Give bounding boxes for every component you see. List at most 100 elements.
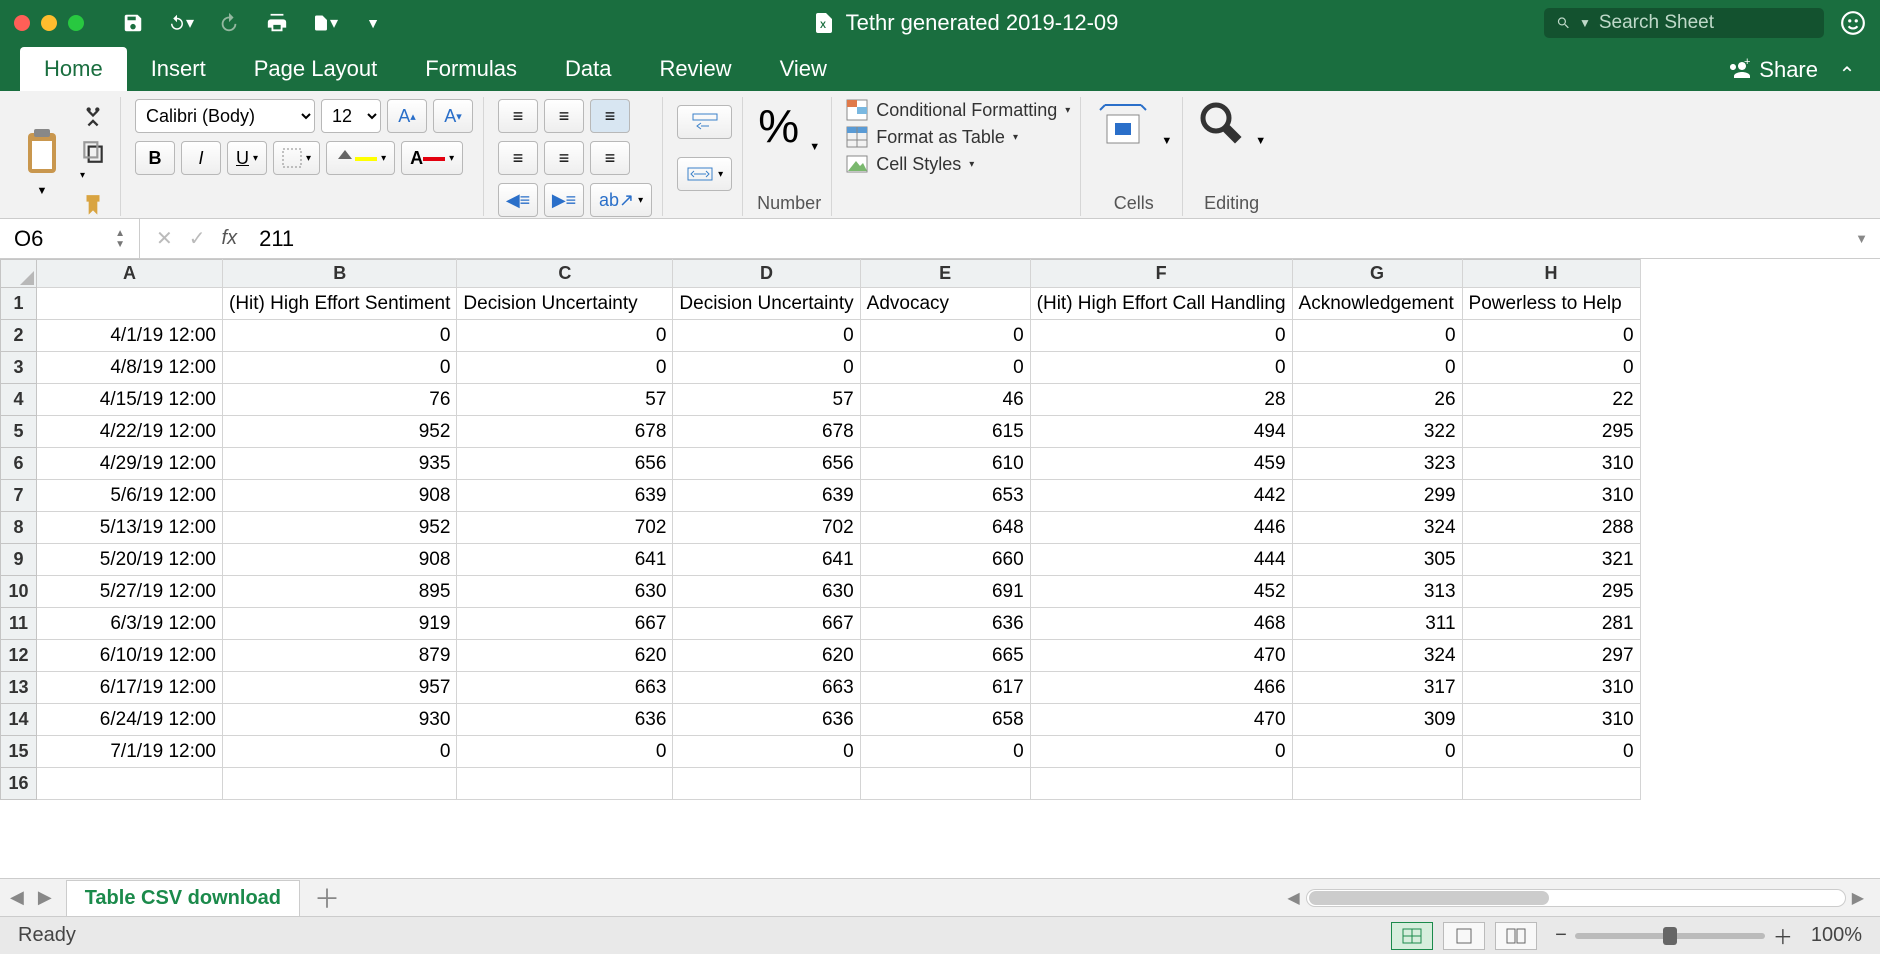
- cell[interactable]: 908: [223, 480, 457, 512]
- cell[interactable]: 0: [1462, 736, 1640, 768]
- italic-button[interactable]: I: [181, 141, 221, 175]
- redo-icon[interactable]: [216, 10, 242, 36]
- row-header[interactable]: 7: [1, 480, 37, 512]
- cell[interactable]: 617: [860, 672, 1030, 704]
- cell[interactable]: 466: [1030, 672, 1292, 704]
- cell[interactable]: 0: [860, 352, 1030, 384]
- font-name-select[interactable]: Calibri (Body): [135, 99, 315, 133]
- fx-icon[interactable]: fx: [222, 227, 238, 250]
- cell[interactable]: 28: [1030, 384, 1292, 416]
- formula-input[interactable]: [253, 226, 1843, 252]
- cell[interactable]: 0: [1030, 352, 1292, 384]
- save-icon[interactable]: [120, 10, 146, 36]
- fill-color-button[interactable]: ▾: [326, 141, 395, 175]
- cell[interactable]: 919: [223, 608, 457, 640]
- cell[interactable]: 0: [223, 320, 457, 352]
- cells-button[interactable]: [1095, 99, 1151, 147]
- tab-formulas[interactable]: Formulas: [401, 47, 541, 91]
- tab-insert[interactable]: Insert: [127, 47, 230, 91]
- column-header[interactable]: D: [673, 260, 860, 288]
- cell[interactable]: 446: [1030, 512, 1292, 544]
- cell[interactable]: 4/22/19 12:00: [37, 416, 223, 448]
- cell[interactable]: 0: [223, 352, 457, 384]
- search-box[interactable]: ▼: [1544, 8, 1824, 38]
- cell[interactable]: 641: [457, 544, 673, 576]
- customize-qat-icon[interactable]: ▼: [360, 10, 386, 36]
- cell[interactable]: 6/3/19 12:00: [37, 608, 223, 640]
- tab-review[interactable]: Review: [635, 47, 755, 91]
- editing-button[interactable]: [1197, 99, 1245, 147]
- sheet-nav-next-icon[interactable]: ▶: [38, 887, 52, 908]
- row-header[interactable]: 10: [1, 576, 37, 608]
- cell[interactable]: Advocacy: [860, 288, 1030, 320]
- cell[interactable]: 57: [673, 384, 860, 416]
- wrap-text-button[interactable]: [677, 105, 732, 139]
- cell[interactable]: 0: [223, 736, 457, 768]
- tab-data[interactable]: Data: [541, 47, 635, 91]
- cell[interactable]: 952: [223, 512, 457, 544]
- cell[interactable]: 310: [1462, 448, 1640, 480]
- cell[interactable]: 5/27/19 12:00: [37, 576, 223, 608]
- cell[interactable]: 22: [1462, 384, 1640, 416]
- cancel-formula-icon[interactable]: ✕: [156, 226, 173, 251]
- row-header[interactable]: 9: [1, 544, 37, 576]
- sheet-nav-prev-icon[interactable]: ◀: [10, 887, 24, 908]
- cell[interactable]: [673, 768, 860, 800]
- font-size-select[interactable]: 12: [321, 99, 381, 133]
- cell[interactable]: 317: [1292, 672, 1462, 704]
- cell[interactable]: 702: [457, 512, 673, 544]
- cell[interactable]: 610: [860, 448, 1030, 480]
- cell[interactable]: 468: [1030, 608, 1292, 640]
- cell[interactable]: [457, 768, 673, 800]
- row-header[interactable]: 16: [1, 768, 37, 800]
- number-format-button[interactable]: %: [758, 99, 799, 153]
- cell[interactable]: 667: [673, 608, 860, 640]
- cell[interactable]: 663: [457, 672, 673, 704]
- row-header[interactable]: 5: [1, 416, 37, 448]
- cell[interactable]: 0: [673, 320, 860, 352]
- cell[interactable]: 5/20/19 12:00: [37, 544, 223, 576]
- cell[interactable]: 76: [223, 384, 457, 416]
- cell[interactable]: 57: [457, 384, 673, 416]
- zoom-in-button[interactable]: ＋: [1773, 921, 1793, 950]
- cell[interactable]: 46: [860, 384, 1030, 416]
- align-center-button[interactable]: ≡: [544, 141, 584, 175]
- column-header[interactable]: E: [860, 260, 1030, 288]
- cell[interactable]: 322: [1292, 416, 1462, 448]
- cell[interactable]: Powerless to Help: [1462, 288, 1640, 320]
- cell[interactable]: [1462, 768, 1640, 800]
- cell[interactable]: 930: [223, 704, 457, 736]
- cell[interactable]: 0: [1292, 352, 1462, 384]
- cell[interactable]: [37, 768, 223, 800]
- cell[interactable]: 879: [223, 640, 457, 672]
- name-box[interactable]: O6 ▲▼: [0, 219, 140, 258]
- cell[interactable]: 641: [673, 544, 860, 576]
- paste-button[interactable]: ▼: [18, 125, 66, 197]
- row-header[interactable]: 6: [1, 448, 37, 480]
- row-header[interactable]: 14: [1, 704, 37, 736]
- orientation-button[interactable]: ab↗▾: [590, 183, 652, 217]
- sheet-tab[interactable]: Table CSV download: [66, 880, 300, 916]
- spreadsheet-grid[interactable]: ABCDEFGH1(Hit) High Effort SentimentDeci…: [0, 259, 1880, 878]
- cell[interactable]: 324: [1292, 512, 1462, 544]
- cell[interactable]: (Hit) High Effort Call Handling: [1030, 288, 1292, 320]
- cell[interactable]: 957: [223, 672, 457, 704]
- cell[interactable]: 324: [1292, 640, 1462, 672]
- cell[interactable]: 313: [1292, 576, 1462, 608]
- cell[interactable]: 663: [673, 672, 860, 704]
- decrease-indent-button[interactable]: ◀≡: [498, 183, 538, 217]
- cell[interactable]: 288: [1462, 512, 1640, 544]
- cell[interactable]: 6/17/19 12:00: [37, 672, 223, 704]
- cell[interactable]: 895: [223, 576, 457, 608]
- cell[interactable]: Decision Uncertainty: [457, 288, 673, 320]
- cell[interactable]: [1292, 768, 1462, 800]
- column-header[interactable]: H: [1462, 260, 1640, 288]
- cell[interactable]: 0: [1030, 736, 1292, 768]
- cell[interactable]: 935: [223, 448, 457, 480]
- cell[interactable]: 297: [1462, 640, 1640, 672]
- cell[interactable]: 0: [1292, 736, 1462, 768]
- align-bottom-button[interactable]: ≡: [590, 99, 630, 133]
- undo-icon[interactable]: ▾: [168, 10, 194, 36]
- cell[interactable]: 6/10/19 12:00: [37, 640, 223, 672]
- column-header[interactable]: A: [37, 260, 223, 288]
